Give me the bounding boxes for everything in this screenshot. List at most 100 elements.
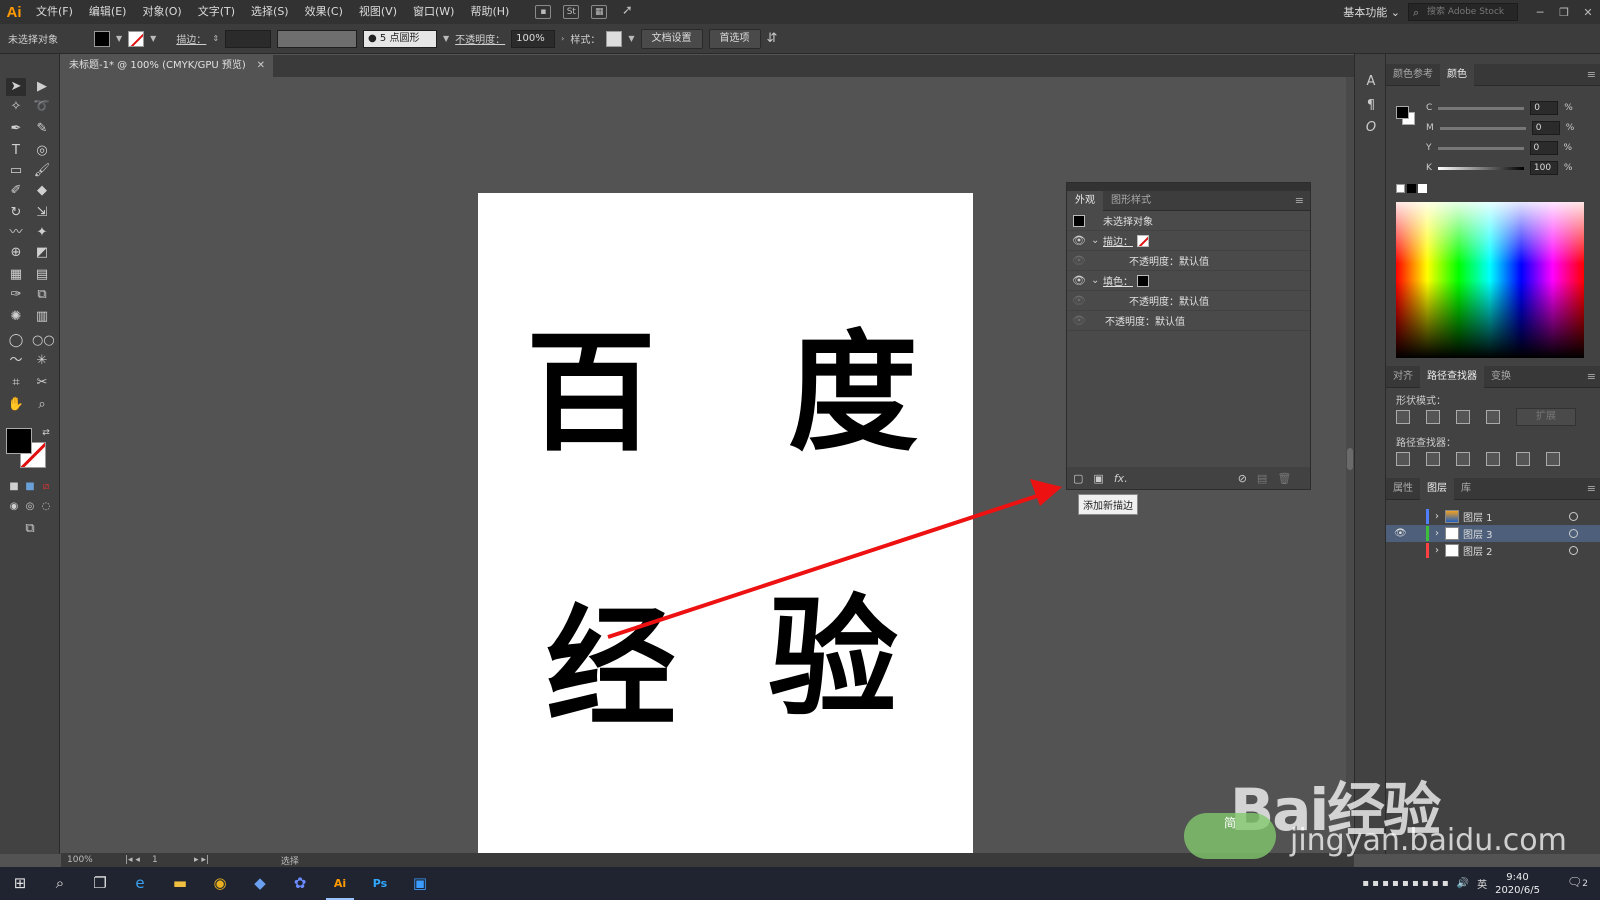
tab-libraries[interactable]: 库 (1454, 478, 1478, 500)
exclude-button[interactable] (1486, 410, 1500, 424)
chevron-right-icon[interactable]: › (1435, 511, 1439, 522)
black-channel[interactable]: K 100% (1426, 160, 1586, 176)
chrome-icon[interactable]: ◉ (200, 867, 240, 900)
fill-row-label[interactable]: 填色： (1103, 273, 1133, 288)
add-new-fill-icon[interactable]: ▣ (1093, 472, 1103, 485)
edge-browser-icon[interactable]: e (120, 867, 160, 900)
yellow-channel[interactable]: Y 0% (1426, 140, 1586, 156)
duplicate-item-icon[interactable]: ▤ (1257, 472, 1267, 485)
magenta-value[interactable]: 0 (1531, 121, 1560, 135)
zoom-level[interactable]: 100% (67, 855, 113, 865)
panel-menu-icon[interactable]: ≡ (1587, 64, 1596, 86)
chevron-down-icon[interactable]: ⌄ (1091, 235, 1103, 246)
divide-button[interactable] (1396, 452, 1410, 466)
file-explorer-icon[interactable]: ▬ (160, 867, 200, 900)
add-new-stroke-icon[interactable]: ▢ (1073, 472, 1083, 485)
eye-icon[interactable]: 👁 (1067, 254, 1091, 267)
artboard-number[interactable]: 1 (152, 855, 182, 865)
layer-name[interactable]: 图层 2 (1463, 543, 1493, 558)
character-panel-icon[interactable]: A (1361, 74, 1381, 92)
eye-icon[interactable]: 👁 (1067, 314, 1091, 327)
fill-opacity-label[interactable]: 不透明度：默认值 (1129, 293, 1209, 308)
add-effect-icon[interactable]: fx. (1114, 472, 1128, 485)
color-fill-stroke-mini[interactable] (1396, 104, 1416, 128)
clear-appearance-icon[interactable]: ⊘ (1238, 472, 1247, 485)
panel-menu-icon[interactable]: ≡ (1587, 366, 1596, 388)
unite-button[interactable] (1396, 410, 1410, 424)
photoshop-taskbar-icon[interactable]: Ps (360, 867, 400, 900)
eye-icon[interactable]: 👁 (1394, 528, 1407, 539)
stroke-row-label[interactable]: 描边： (1103, 233, 1133, 248)
crop-button[interactable] (1486, 452, 1500, 466)
stroke-opacity-label[interactable]: 不透明度：默认值 (1129, 253, 1209, 268)
layer-row[interactable]: › 图层 1 (1386, 508, 1600, 525)
none-swatch[interactable] (1396, 184, 1405, 193)
cyan-slider[interactable] (1438, 106, 1525, 110)
color-spectrum[interactable] (1396, 202, 1584, 358)
white-swatch[interactable] (1418, 184, 1427, 193)
illustrator-taskbar-icon[interactable]: Ai (320, 867, 360, 900)
layer-target-icon[interactable] (1569, 512, 1578, 521)
none-white-black-swatches[interactable] (1396, 184, 1427, 193)
cyan-channel[interactable]: C 0% (1426, 100, 1586, 116)
layer-target-icon[interactable] (1569, 529, 1578, 538)
app-icon[interactable]: ◆ (240, 867, 280, 900)
black-slider[interactable] (1437, 166, 1524, 170)
chevron-down-icon[interactable]: ⌄ (1091, 275, 1103, 286)
baidu-icon[interactable]: ✿ (280, 867, 320, 900)
tab-color-guide[interactable]: 颜色参考 (1386, 64, 1440, 86)
appearance-row-fill[interactable]: 👁 ⌄ 填色： (1067, 271, 1310, 291)
object-opacity-label[interactable]: 不透明度：默认值 (1105, 313, 1185, 328)
volume-icon[interactable]: 🔊 (1457, 878, 1469, 889)
merge-button[interactable] (1456, 452, 1470, 466)
clock[interactable]: 9:40 2020/6/5 (1495, 871, 1540, 897)
stroke-none-swatch[interactable] (1137, 234, 1149, 247)
artboard-nav-icons[interactable]: |◂ ◂ (125, 855, 140, 865)
windows-start-icon[interactable]: ⊞ (0, 867, 40, 900)
opentype-panel-icon[interactable]: O (1361, 120, 1381, 138)
chevron-right-icon[interactable]: › (1435, 528, 1439, 539)
tab-transform[interactable]: 变换 (1484, 366, 1518, 388)
ime-indicator[interactable]: 英 (1477, 876, 1487, 891)
app-icon[interactable]: ▣ (400, 867, 440, 900)
trim-button[interactable] (1426, 452, 1440, 466)
cyan-value[interactable]: 0 (1530, 101, 1559, 115)
black-value[interactable]: 100 (1529, 161, 1558, 175)
intersect-button[interactable] (1456, 410, 1470, 424)
search-icon[interactable]: ⌕ (40, 867, 80, 900)
layer-target-icon[interactable] (1569, 546, 1578, 555)
minus-back-button[interactable] (1546, 452, 1560, 466)
layer-name[interactable]: 图层 1 (1463, 509, 1493, 524)
tab-graphic-styles[interactable]: 图形样式 (1103, 191, 1159, 211)
tab-properties[interactable]: 属性 (1386, 478, 1420, 500)
layer-row[interactable]: › 图层 2 (1386, 542, 1600, 559)
appearance-row-stroke-opacity[interactable]: 👁 不透明度：默认值 (1067, 251, 1310, 271)
tab-appearance[interactable]: 外观 (1067, 190, 1103, 211)
appearance-row-fill-opacity[interactable]: 👁 不透明度：默认值 (1067, 291, 1310, 311)
layer-name[interactable]: 图层 3 (1463, 526, 1493, 541)
notification-center-icon[interactable]: 🗨2 (1567, 875, 1588, 889)
fill-black-swatch[interactable] (1137, 274, 1149, 287)
artboard-nav-icons[interactable]: ▸ ▸| (194, 855, 209, 865)
expand-button[interactable]: 扩展 (1516, 408, 1576, 426)
delete-item-icon[interactable]: 🗑 (1277, 472, 1291, 485)
tray-icons[interactable]: ▪ ▪ ▪ ▪ ▪ ▪ ▪ ▪ ▪ (1362, 878, 1448, 889)
paragraph-panel-icon[interactable]: ¶ (1361, 98, 1381, 116)
outline-button[interactable] (1516, 452, 1530, 466)
eye-icon[interactable]: 👁 (1067, 274, 1091, 287)
appearance-row-stroke[interactable]: 👁 ⌄ 描边： (1067, 231, 1310, 251)
layer-row[interactable]: 👁 › 图层 3 (1386, 525, 1600, 542)
eye-icon[interactable]: 👁 (1067, 294, 1091, 307)
fill-color-mini[interactable] (1396, 106, 1409, 119)
tab-color[interactable]: 颜色 (1440, 63, 1474, 86)
tab-align[interactable]: 对齐 (1386, 366, 1420, 388)
tab-layers[interactable]: 图层 (1420, 477, 1454, 500)
magenta-channel[interactable]: M 0% (1426, 120, 1586, 136)
tab-pathfinder[interactable]: 路径查找器 (1420, 365, 1484, 388)
black-swatch[interactable] (1407, 184, 1416, 193)
panel-menu-icon[interactable]: ≡ (1295, 194, 1304, 207)
minus-front-button[interactable] (1426, 410, 1440, 424)
eye-icon[interactable]: 👁 (1067, 234, 1091, 247)
chevron-right-icon[interactable]: › (1435, 545, 1439, 556)
yellow-value[interactable]: 0 (1529, 141, 1558, 155)
